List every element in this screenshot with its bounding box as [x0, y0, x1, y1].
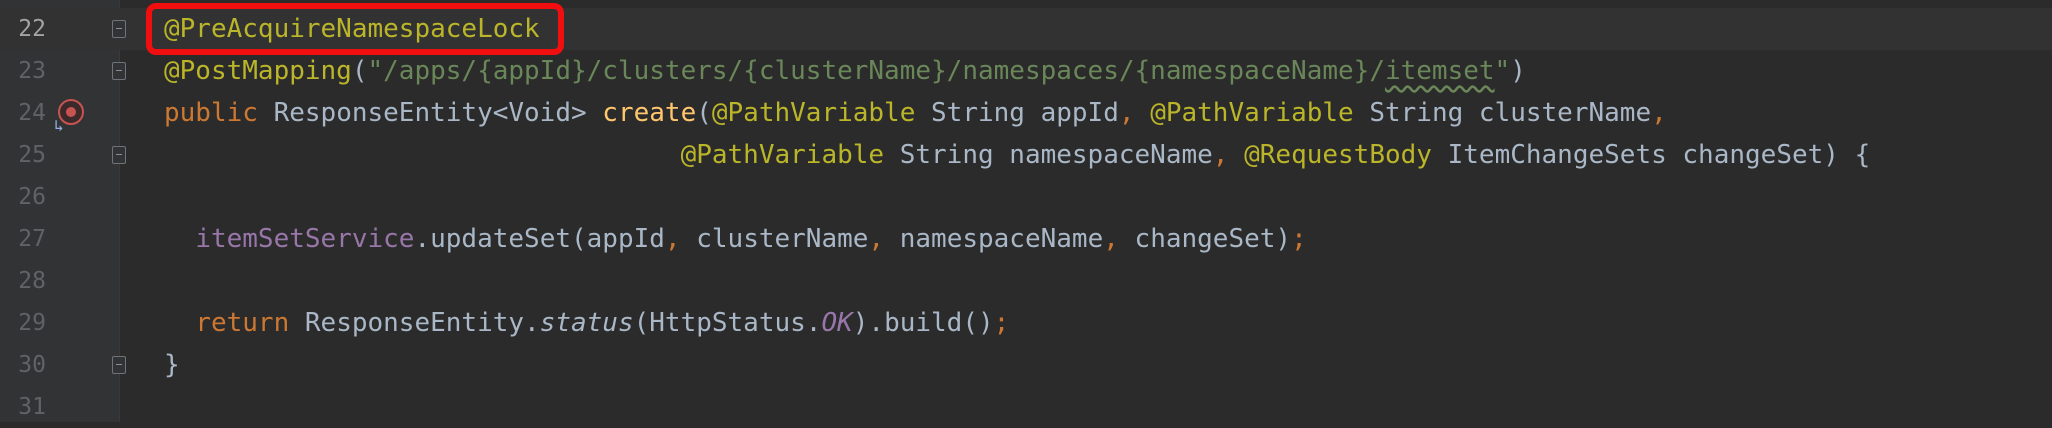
arg-token: (HttpStatus. — [633, 308, 822, 338]
call-token: .updateSet(appId — [414, 224, 665, 254]
string-token: "/apps/{appId}/clusters/{clusterName}/na… — [367, 56, 1385, 86]
keyword-token: return — [195, 308, 290, 338]
annotation-token: @PostMapping — [164, 56, 352, 86]
fold-icon[interactable] — [112, 356, 126, 374]
annotation-token: @RequestBody — [1244, 140, 1432, 170]
arg-token: clusterName — [680, 224, 869, 254]
comma-token: , — [868, 224, 885, 254]
line-number: 28 — [18, 268, 46, 294]
comma-token: , — [664, 224, 681, 254]
code-text[interactable]: itemSetService.updateSet(appId, clusterN… — [164, 218, 1307, 260]
paren-token: ( — [696, 98, 712, 128]
paren-token: ( — [351, 56, 368, 86]
arg-token: namespaceName — [884, 224, 1104, 254]
constant-token: OK — [821, 308, 853, 338]
code-line-22[interactable]: 22 @PreAcquireNamespaceLock — [0, 8, 2052, 50]
field-token: itemSetService — [195, 224, 415, 254]
code-line-25[interactable]: 25 @PathVariable String namespaceName, @… — [0, 134, 2052, 176]
indent-token — [164, 140, 681, 170]
code-text[interactable]: @PreAcquireNamespaceLock — [164, 8, 540, 50]
code-text[interactable]: public ResponseEntity<Void> create(@Path… — [164, 92, 1667, 134]
call-token: ).build() — [852, 308, 994, 338]
string-typo-token: itemset — [1384, 56, 1495, 86]
code-editor[interactable]: 22 @PreAcquireNamespaceLock 23 @PostMapp… — [0, 0, 2052, 422]
comma-token: , — [1103, 224, 1119, 254]
param-token: String clusterName — [1353, 98, 1652, 128]
annotation-token: @PreAcquireNamespaceLock — [164, 14, 540, 44]
line-number: 25 — [18, 142, 46, 168]
code-text[interactable]: @PostMapping("/apps/{appId}/clusters/{cl… — [164, 50, 1526, 92]
comma-token: , — [1118, 98, 1135, 128]
param-token: String appId — [915, 98, 1119, 128]
paren-token: ) — [1510, 56, 1526, 86]
code-line-30[interactable]: 30 } — [0, 344, 2052, 386]
line-number: 29 — [18, 310, 46, 336]
line-number: 30 — [18, 352, 46, 378]
method-name-token: create — [602, 98, 697, 128]
line-number: 24 — [18, 100, 46, 126]
line-number: 27 — [18, 226, 46, 252]
keyword-token: public — [164, 98, 258, 128]
arg-token: changeSet) — [1118, 224, 1292, 254]
static-method-token: status — [539, 308, 634, 338]
line-number: 26 — [18, 184, 46, 210]
indent-token — [164, 224, 195, 254]
semicolon-token: ; — [993, 308, 1010, 338]
comma-token: , — [1651, 98, 1667, 128]
type-token: ResponseEntity<Void> — [257, 98, 603, 128]
code-text[interactable]: @PathVariable String namespaceName, @Req… — [164, 134, 1871, 176]
navigate-arrow-icon[interactable]: ↳ — [54, 118, 64, 134]
annotation-token: @PathVariable — [1150, 98, 1354, 128]
line-number: 22 — [18, 16, 46, 42]
param-token: String namespaceName — [884, 140, 1213, 170]
fold-icon[interactable] — [112, 20, 126, 38]
brace-token: } — [164, 350, 180, 380]
fold-icon[interactable] — [112, 62, 126, 80]
code-line-28[interactable]: 28 — [0, 260, 2052, 302]
annotation-token: @PathVariable — [711, 98, 916, 128]
code-text[interactable]: return ResponseEntity.status(HttpStatus.… — [164, 302, 1009, 344]
fold-icon[interactable] — [112, 146, 126, 164]
class-token: ResponseEntity. — [289, 308, 540, 338]
semicolon-token: ; — [1291, 224, 1307, 254]
indent-token — [164, 308, 195, 338]
code-line-26[interactable]: 26 — [0, 176, 2052, 218]
code-line-24[interactable]: 24 ↳ public ResponseEntity<Void> create(… — [0, 92, 2052, 134]
code-line-29[interactable]: 29 return ResponseEntity.status(HttpStat… — [0, 302, 2052, 344]
line-number: 23 — [18, 58, 46, 84]
code-line-23[interactable]: 23 @PostMapping("/apps/{appId}/clusters/… — [0, 50, 2052, 92]
param-token: ItemChangeSets changeSet) { — [1431, 140, 1871, 170]
comma-token: , — [1212, 140, 1229, 170]
string-token: " — [1494, 56, 1511, 86]
code-text[interactable]: } — [164, 344, 180, 386]
code-line-27[interactable]: 27 itemSetService.updateSet(appId, clust… — [0, 218, 2052, 260]
annotation-token: @PathVariable — [680, 140, 885, 170]
